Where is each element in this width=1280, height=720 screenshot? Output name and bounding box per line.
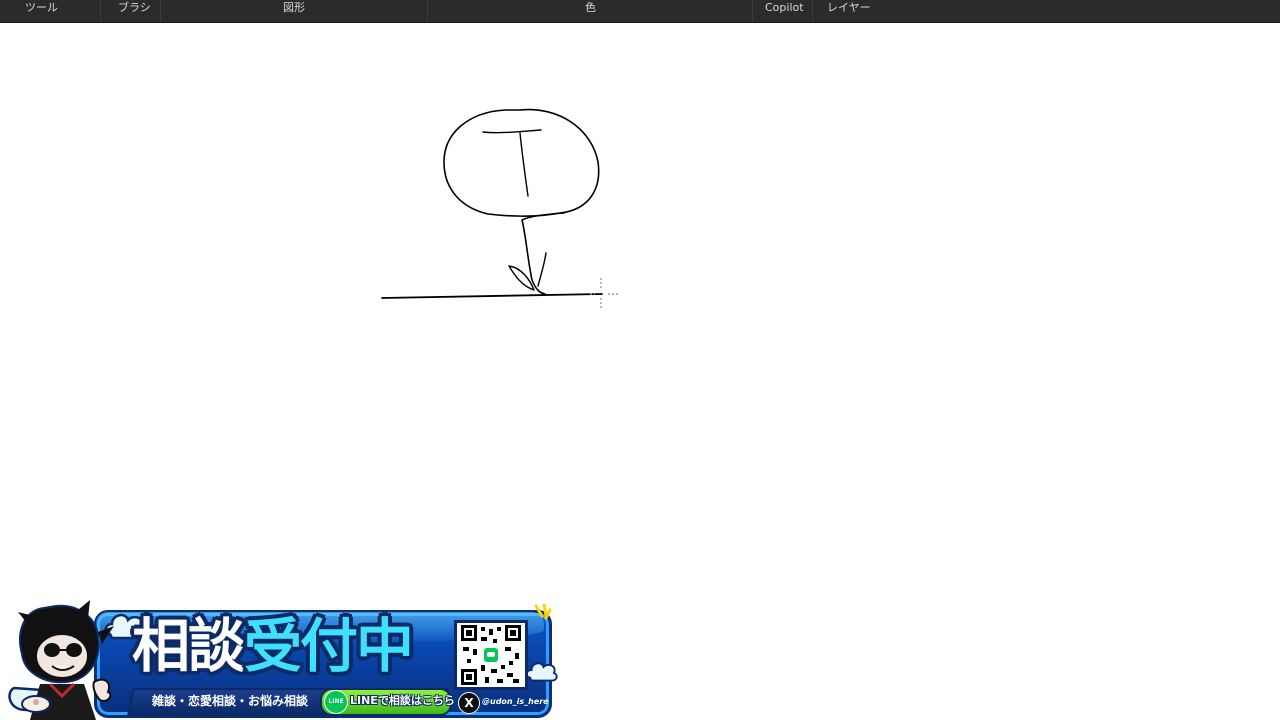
flower-head-stroke (443, 108, 600, 217)
paint-app-window: ツール ブラシ 図形 色 Copilot レイヤー 相談受付中 雑談・恋愛相談・… (0, 0, 1280, 720)
tools-section-label[interactable]: ツール (25, 0, 58, 22)
qr-code[interactable] (454, 620, 528, 690)
ribbon-toolbar: ツール ブラシ 図形 色 Copilot レイヤー (0, 0, 1280, 23)
toolbar-divider (160, 0, 161, 22)
toolbar-divider (427, 0, 428, 22)
copilot-section-label[interactable]: Copilot (765, 0, 804, 22)
head-mark-stroke (482, 129, 542, 134)
x-logo-icon[interactable]: X (458, 692, 480, 714)
banner-title-part1: 相談 (132, 612, 246, 680)
toolbar-divider (100, 0, 101, 22)
x-handle-label[interactable]: @udon_is_here (482, 692, 549, 712)
ground-line-stroke (381, 293, 603, 299)
stem-stroke (521, 212, 565, 295)
brush-section-label[interactable]: ブラシ (118, 0, 151, 22)
sparkle-icon (534, 604, 552, 620)
head-mark-stroke (519, 132, 529, 197)
banner-title-part2: 受付中 (244, 612, 414, 680)
qr-code-icon (461, 625, 521, 685)
color-section-label[interactable]: 色 (585, 0, 596, 22)
avatar-character-icon (8, 600, 114, 720)
shapes-section-label[interactable]: 図形 (283, 0, 305, 22)
consultation-banner[interactable]: 相談受付中 雑談・恋愛相談・お悩み相談 LINE LINEで相談はこちら X @… (4, 592, 560, 720)
cloud-icon (525, 662, 558, 682)
toolbar-divider (812, 0, 813, 22)
banner-title: 相談受付中 (132, 610, 414, 682)
line-link-label[interactable]: LINEで相談はこちら (350, 690, 455, 712)
toolbar-divider (752, 0, 753, 22)
banner-strip-text: 雑談・恋愛相談・お悩み相談 (152, 694, 309, 708)
stem-stroke (537, 252, 547, 287)
crosshair-cursor-icon (590, 278, 620, 310)
layers-section-label[interactable]: レイヤー (827, 0, 871, 22)
line-icon: LINE (324, 690, 348, 714)
